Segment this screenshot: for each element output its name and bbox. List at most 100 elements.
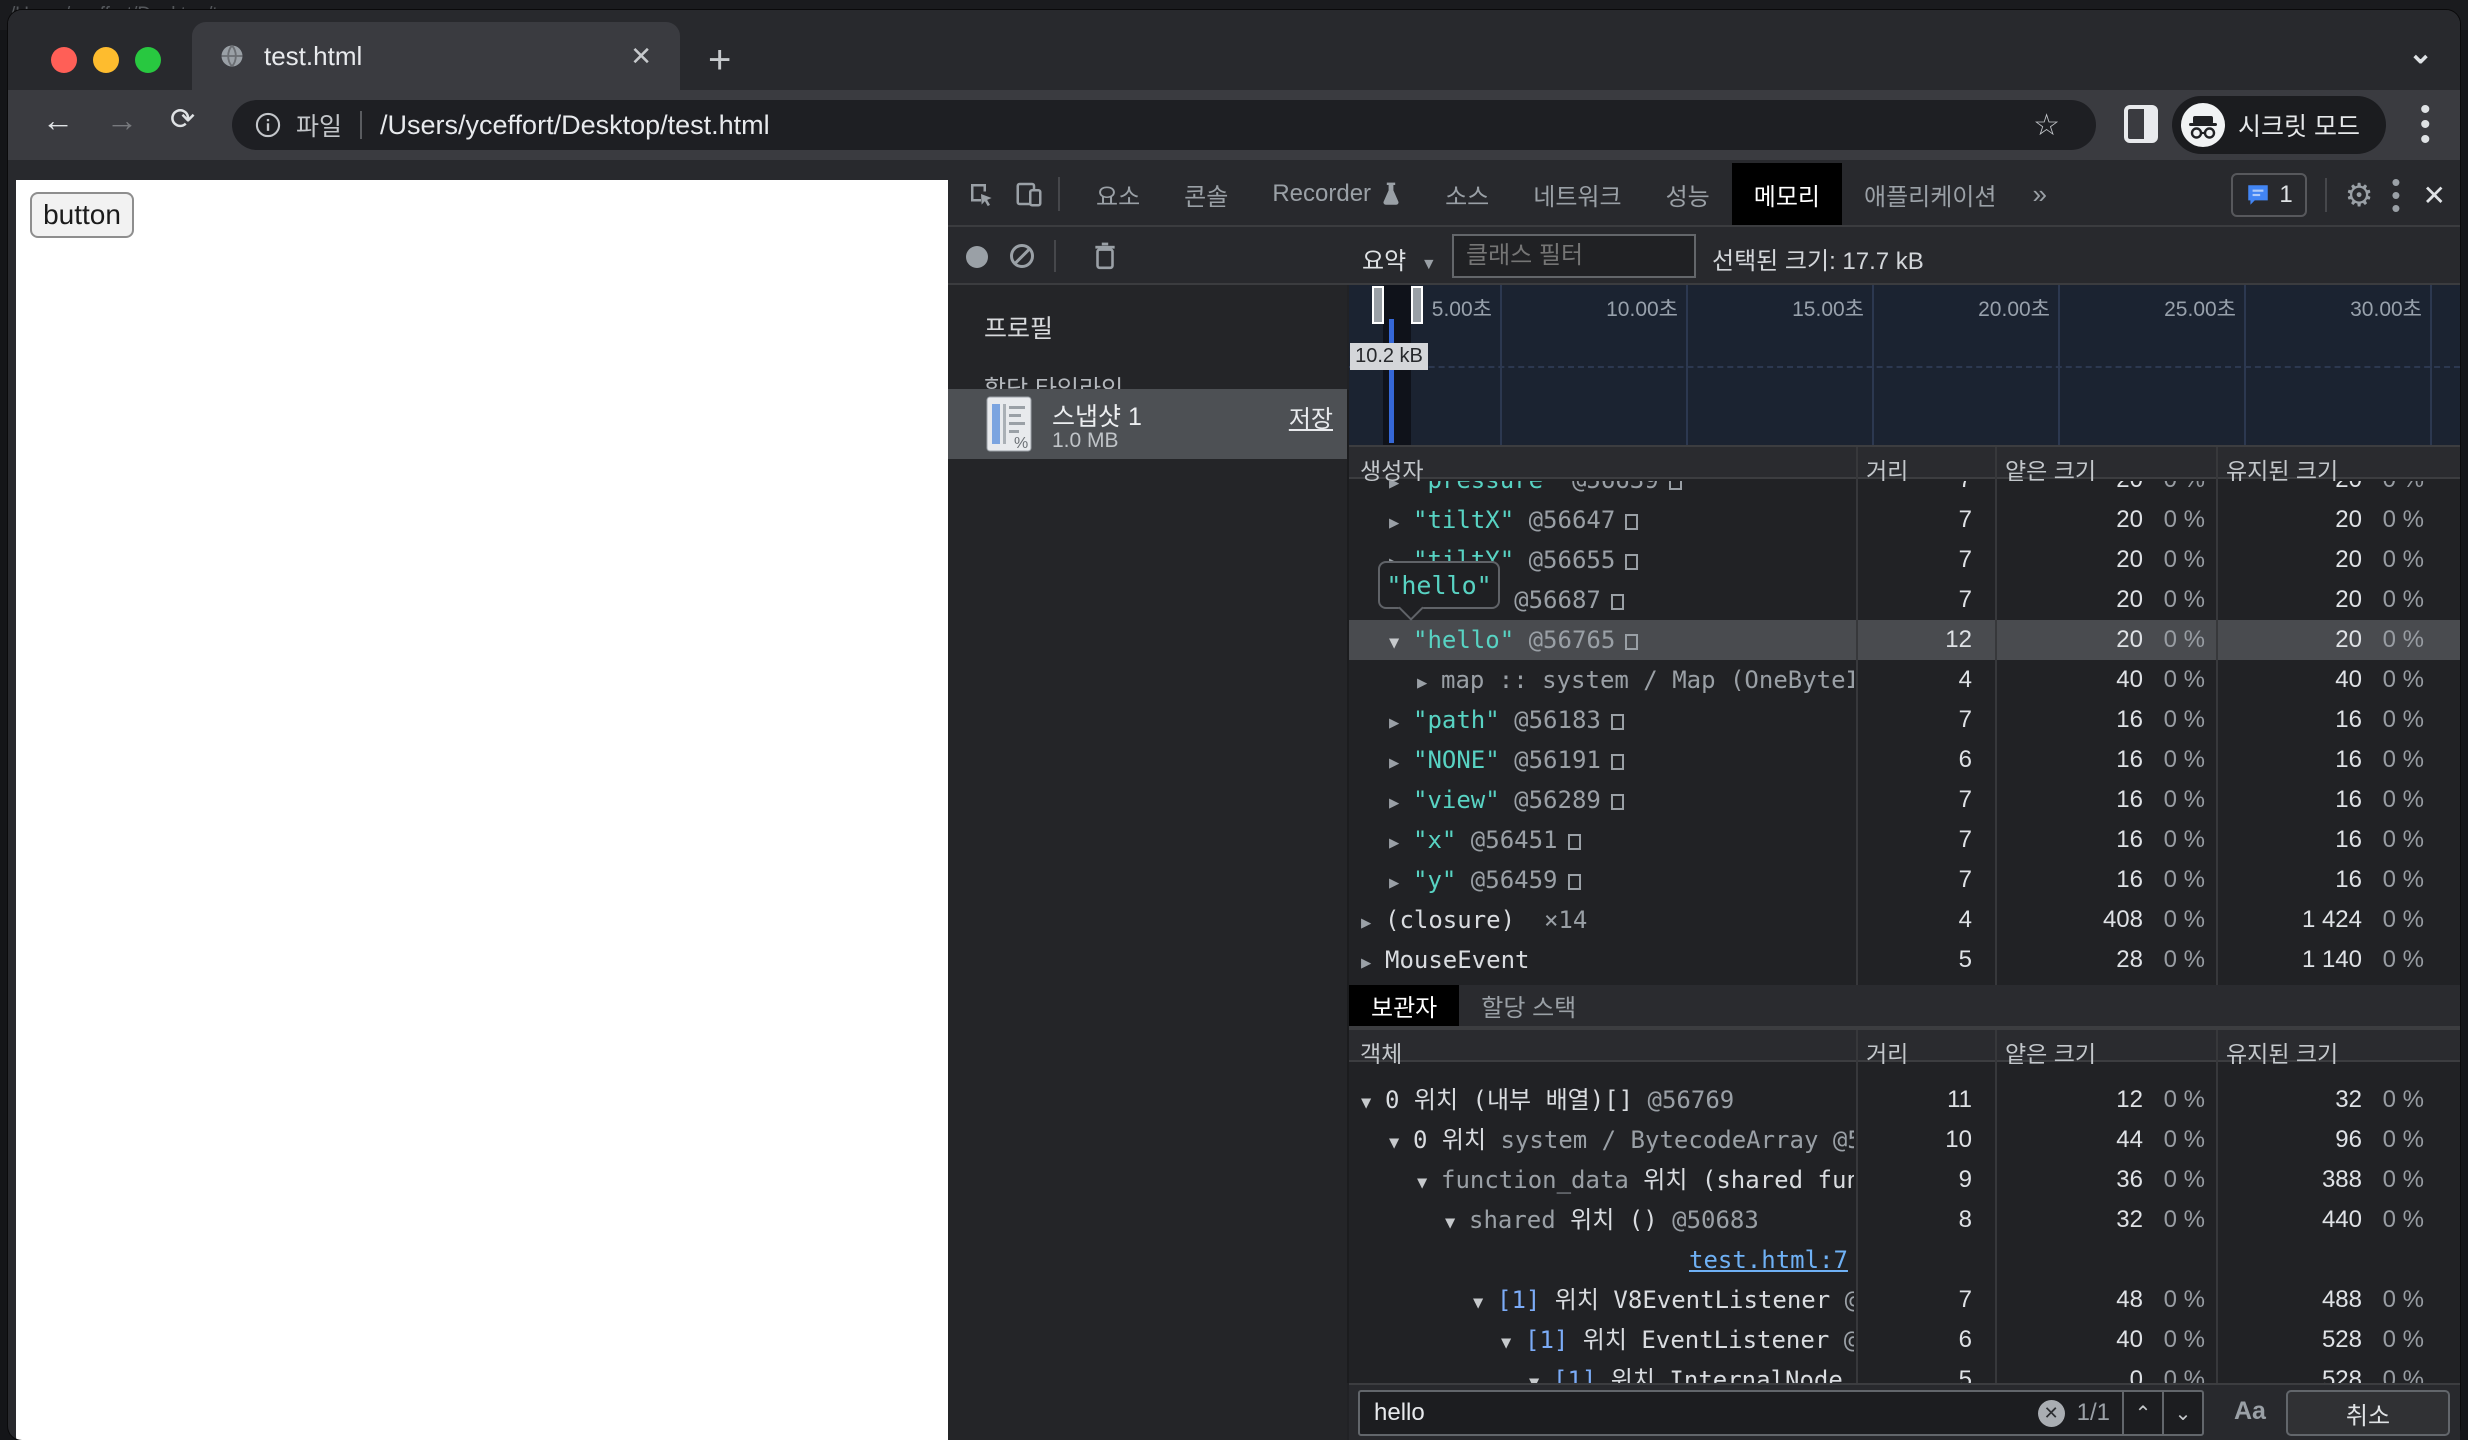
heap-object-row[interactable]: ▼ 0 위치 (내부 배열)[] @56769 11 12 0 % 32 0 % bbox=[1349, 1080, 2460, 1120]
devtools-close-icon[interactable]: ✕ bbox=[2423, 179, 2446, 212]
page-button[interactable]: button bbox=[30, 192, 134, 238]
window-close-button[interactable] bbox=[51, 47, 77, 73]
heap-object-row[interactable]: ▶ "y" @56459 7 16 0 % 16 0 % bbox=[1349, 860, 2460, 900]
window-zoom-button[interactable] bbox=[135, 47, 161, 73]
snapshot-save-link[interactable]: 저장 bbox=[1289, 399, 1333, 434]
window-minimize-button[interactable] bbox=[93, 47, 119, 73]
heap-object-row[interactable]: ▶ "path" @56183 7 16 0 % 16 0 % bbox=[1349, 700, 2460, 740]
settings-gear-icon[interactable]: ⚙ bbox=[2345, 176, 2374, 214]
expander-arrow-icon[interactable]: ▼ bbox=[1389, 623, 1413, 660]
heap-object-row[interactable]: ▶ "NONE" @56191 6 16 0 % 16 0 % bbox=[1349, 740, 2460, 780]
expander-arrow-icon[interactable]: ▼ bbox=[1501, 1323, 1525, 1360]
devtools-tab-소스[interactable]: 소스 bbox=[1423, 163, 1511, 225]
find-input[interactable] bbox=[1360, 1399, 2038, 1427]
heap-object-row[interactable]: ▼function_data 위치 (shared functio 9 36 0 % 3… bbox=[1349, 1160, 2460, 1200]
heap-object-row[interactable]: ▶"pressure" @566397200 %200 % bbox=[1349, 481, 2460, 500]
reveal-object-icon[interactable] bbox=[1610, 714, 1624, 730]
clear-search-icon[interactable]: ✕ bbox=[2037, 1399, 2065, 1427]
reveal-object-icon[interactable] bbox=[1625, 634, 1639, 650]
reload-button[interactable]: ⟳ bbox=[170, 102, 195, 137]
devtools-menu-icon[interactable]: • • • bbox=[2391, 169, 2400, 221]
info-icon[interactable] bbox=[254, 111, 282, 139]
inspect-element-icon[interactable] bbox=[966, 179, 996, 209]
match-case-toggle[interactable]: Aa bbox=[2234, 1397, 2266, 1426]
browser-tab[interactable]: test.html ✕ bbox=[192, 22, 680, 90]
delete-profile-icon[interactable] bbox=[1092, 241, 1118, 271]
more-tabs-icon[interactable]: » bbox=[2018, 179, 2060, 210]
expander-arrow-icon[interactable]: ▶ bbox=[1389, 481, 1413, 500]
snapshot-list-item[interactable]: % 스냅샷 1 1.0 MB 저장 bbox=[948, 389, 1347, 459]
cancel-search-button[interactable]: 취소 bbox=[2286, 1390, 2450, 1436]
heap-object-row[interactable]: ▶ MouseEvent 5 28 0 % 1 140 0 % bbox=[1349, 940, 2460, 980]
allocation-timeline-overview[interactable]: 5.00초 10.00초 15.00초 20.00초 25.00초 30.00초 10.2… bbox=[1349, 285, 2460, 445]
devtools-tab-성능[interactable]: 성능 bbox=[1644, 163, 1732, 225]
column-separator[interactable] bbox=[1856, 1030, 1858, 1383]
reveal-object-icon[interactable] bbox=[1625, 514, 1639, 530]
expander-arrow-icon[interactable]: ▶ bbox=[1389, 703, 1413, 740]
retainers-tab-보관자[interactable]: 보관자 bbox=[1349, 985, 1460, 1026]
expander-arrow-icon[interactable]: ▶ bbox=[1361, 903, 1385, 940]
heap-object-row[interactable]: ▼ shared 위치 () @50683 8 32 0 % 440 0 % bbox=[1349, 1200, 2460, 1240]
devtools-tab-메모리[interactable]: 메모리 bbox=[1731, 163, 1842, 225]
column-separator[interactable] bbox=[2216, 1030, 2218, 1383]
devtools-tab-애플리케이션[interactable]: 애플리케이션 bbox=[1842, 163, 2018, 225]
heap-object-row[interactable]: ▼ "hello" @56765 12 20 0 % 20 0 % bbox=[1349, 620, 2460, 660]
reveal-object-icon[interactable] bbox=[1610, 594, 1624, 610]
clear-profiles-icon[interactable] bbox=[1010, 244, 1034, 268]
expander-arrow-icon[interactable]: ▼ bbox=[1473, 1283, 1497, 1320]
reveal-object-icon[interactable] bbox=[1625, 554, 1639, 570]
heap-object-row[interactable]: ▶ "x" @56451 7 16 0 % 16 0 % bbox=[1349, 820, 2460, 860]
expander-arrow-icon[interactable]: ▶ bbox=[1389, 863, 1413, 900]
tab-close-icon[interactable]: ✕ bbox=[630, 41, 652, 72]
heap-object-row[interactable]: ▶ (closure) ×14 4 408 0 % 1 424 0 % bbox=[1349, 900, 2460, 940]
expander-arrow-icon[interactable]: ▶ bbox=[1389, 503, 1413, 540]
timeline-right-handle[interactable] bbox=[1411, 286, 1423, 324]
expander-arrow-icon[interactable]: ▶ bbox=[1417, 663, 1441, 700]
column-separator[interactable] bbox=[1856, 447, 1858, 985]
heap-object-row[interactable]: ▼[1] 위치 InternalNode @6500 %5280 % bbox=[1349, 1360, 2460, 1383]
address-bar[interactable]: 파일 /Users/yceffort/Desktop/test.html ☆ bbox=[232, 100, 2096, 150]
source-location-link[interactable]: test.html:7 bbox=[1689, 1246, 1848, 1274]
devtools-tab-콘솔[interactable]: 콘솔 bbox=[1162, 163, 1250, 225]
heap-object-row[interactable]: ▶map :: system / Map (OneByteInte 4 40 0 % 4… bbox=[1349, 660, 2460, 700]
heap-object-row[interactable]: @56687 7 20 0 % 20 0 % bbox=[1349, 580, 2460, 620]
side-panel-icon[interactable] bbox=[2124, 105, 2158, 143]
expander-arrow-icon[interactable]: ▼ bbox=[1389, 1123, 1413, 1160]
reveal-object-icon[interactable] bbox=[1567, 874, 1581, 890]
heap-object-row[interactable]: ▼[1] 위치 V8EventListener @653 7 48 0 % 488 0 % bbox=[1349, 1280, 2460, 1320]
forward-button[interactable]: → bbox=[106, 102, 138, 139]
device-toolbar-icon[interactable] bbox=[1014, 179, 1044, 209]
bookmark-star-icon[interactable]: ☆ bbox=[2033, 108, 2060, 143]
column-separator[interactable] bbox=[1995, 1030, 1997, 1383]
column-separator[interactable] bbox=[2216, 447, 2218, 985]
retainers-tab-할당 스택[interactable]: 할당 스택 bbox=[1459, 985, 1598, 1026]
perspective-select[interactable]: 요약 ▼ bbox=[1362, 241, 1437, 276]
issues-counter[interactable]: 1 bbox=[2231, 173, 2307, 217]
next-match-button[interactable]: ⌄ bbox=[2162, 1392, 2202, 1434]
heap-object-row[interactable]: ▶ "view" @56289 7 16 0 % 16 0 % bbox=[1349, 780, 2460, 820]
heap-object-row[interactable]: ▶ "tiltX" @56647 7 20 0 % 20 0 % bbox=[1349, 500, 2460, 540]
record-button[interactable] bbox=[966, 246, 988, 268]
tab-search-chevron-icon[interactable]: ⌄ bbox=[2408, 36, 2433, 71]
timeline-left-handle[interactable] bbox=[1372, 286, 1384, 324]
reveal-object-icon[interactable] bbox=[1610, 754, 1624, 770]
heap-object-row[interactable]: ▶"tiltY" @566557200 %200 % bbox=[1349, 540, 2460, 580]
expander-arrow-icon[interactable]: ▼ bbox=[1529, 1363, 1553, 1383]
reveal-object-icon[interactable] bbox=[1567, 834, 1581, 850]
new-tab-button[interactable]: + bbox=[708, 38, 731, 83]
expander-arrow-icon[interactable]: ▼ bbox=[1417, 1163, 1441, 1200]
heap-object-row[interactable]: ▼0 위치 system / BytecodeArray @56771 10 44 0… bbox=[1349, 1120, 2460, 1160]
source-link-row[interactable]: test.html:7 bbox=[1349, 1240, 2460, 1280]
url-text[interactable]: /Users/yceffort/Desktop/test.html bbox=[380, 110, 770, 141]
devtools-tab-네트워크[interactable]: 네트워크 bbox=[1511, 163, 1643, 225]
browser-menu-icon[interactable]: • • • bbox=[2420, 95, 2431, 155]
expander-arrow-icon[interactable]: ▼ bbox=[1361, 1083, 1385, 1120]
expander-arrow-icon[interactable]: ▶ bbox=[1389, 783, 1413, 820]
column-separator[interactable] bbox=[1995, 447, 1997, 985]
back-button[interactable]: ← bbox=[42, 102, 74, 139]
devtools-tab-요소[interactable]: 요소 bbox=[1074, 163, 1162, 225]
heap-object-row[interactable]: ▼[1] 위치 EventListener @653 6 40 0 % 528 0 % bbox=[1349, 1320, 2460, 1360]
previous-match-button[interactable]: ⌃ bbox=[2122, 1392, 2162, 1434]
class-filter-input[interactable] bbox=[1452, 234, 1696, 278]
expander-arrow-icon[interactable]: ▶ bbox=[1389, 743, 1413, 780]
